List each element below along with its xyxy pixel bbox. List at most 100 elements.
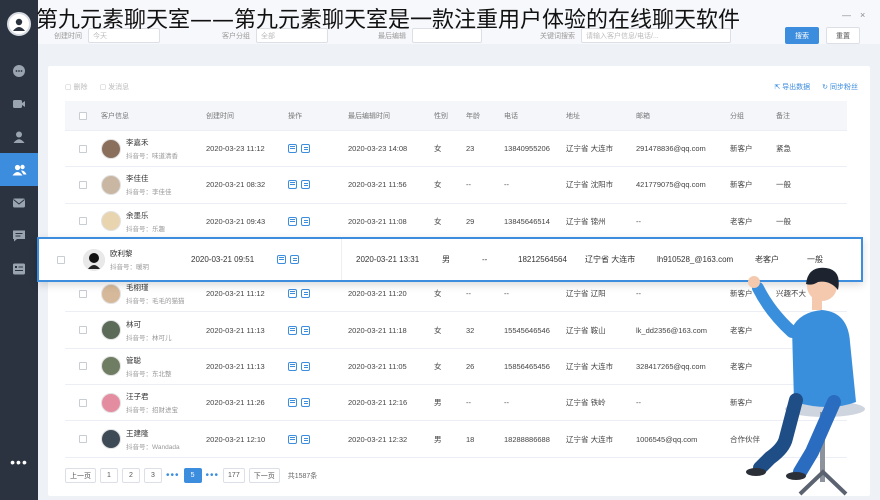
edit-icon[interactable] xyxy=(288,289,297,299)
document-icon[interactable] xyxy=(301,289,310,299)
age: 29 xyxy=(466,216,475,226)
header-edited: 最后编辑时间 xyxy=(348,112,390,120)
gender: 女 xyxy=(434,180,442,190)
more-icon[interactable]: ••• xyxy=(10,454,28,470)
reset-button[interactable]: 重置 xyxy=(826,27,860,44)
select-all-checkbox[interactable] xyxy=(79,111,87,120)
customer-name: 余墨乐 xyxy=(126,210,149,220)
email: 291478836@qq.com xyxy=(636,144,706,154)
edit-icon[interactable] xyxy=(288,361,297,371)
sidebar-item-customers[interactable] xyxy=(0,153,38,186)
current-page-button[interactable]: 5 xyxy=(183,468,202,483)
search-button[interactable]: 搜索 xyxy=(785,27,819,44)
sidebar-item-video[interactable] xyxy=(0,87,38,120)
address: 辽宁省 锦州 xyxy=(566,216,606,226)
table-row[interactable]: 李嘉禾 抖音号：味道清香 2020-03-23 11:12 2020-03-23… xyxy=(65,131,847,168)
age: 32 xyxy=(466,325,475,335)
sidebar-item-mail[interactable] xyxy=(0,186,38,219)
group: 新客户 xyxy=(730,144,753,154)
customer-handle: 抖音号：乐趣 xyxy=(126,225,165,233)
row-actions xyxy=(288,361,348,371)
document-icon[interactable] xyxy=(301,216,310,226)
page-button[interactable]: 2 xyxy=(122,468,140,483)
edited-time: 2020-03-21 13:31 xyxy=(356,255,420,264)
next-page-button[interactable]: 下一页 xyxy=(248,468,280,483)
close-button[interactable]: × xyxy=(860,10,865,20)
edit-icon[interactable] xyxy=(288,180,297,190)
customer-handle: 抖音号：Wandada xyxy=(126,443,180,451)
gender: 男 xyxy=(442,255,450,264)
table-row[interactable]: 余墨乐 抖音号：乐趣 2020-03-21 09:43 2020-03-21 1… xyxy=(65,204,847,240)
age: -- xyxy=(466,398,471,408)
avatar xyxy=(101,138,121,159)
minimize-button[interactable]: — xyxy=(842,10,851,20)
document-icon[interactable] xyxy=(301,180,310,190)
email: -- xyxy=(636,289,641,299)
page-ellipsis[interactable]: ••• xyxy=(166,470,180,481)
note: 一般 xyxy=(776,180,791,190)
customer-info: 汪子君 抖音号：招财进宝 xyxy=(101,391,206,414)
edit-icon[interactable] xyxy=(288,398,297,408)
edit-icon[interactable] xyxy=(288,434,297,444)
customer-name: 毛栩瑾 xyxy=(126,283,149,293)
group: 新客户 xyxy=(730,180,753,190)
row-checkbox[interactable] xyxy=(57,255,65,264)
document-icon[interactable] xyxy=(301,144,310,154)
row-checkbox[interactable] xyxy=(79,398,87,407)
edit-icon[interactable] xyxy=(288,216,297,226)
page-button[interactable]: 1 xyxy=(100,468,118,483)
phone: -- xyxy=(504,398,509,408)
edit-icon[interactable] xyxy=(288,144,297,154)
send-message-button[interactable]: ▢ 发消息 xyxy=(100,82,130,92)
row-checkbox[interactable] xyxy=(79,289,87,298)
delete-button[interactable]: ▢ 删除 xyxy=(65,82,88,92)
user-avatar-icon[interactable] xyxy=(7,12,31,36)
sidebar-item-user[interactable] xyxy=(0,120,38,153)
customer-info: 林可 抖音号：林可儿 xyxy=(101,319,206,342)
created-time: 2020-03-21 08:32 xyxy=(206,180,266,190)
row-actions xyxy=(288,180,348,190)
sidebar-item-chat[interactable] xyxy=(0,54,38,87)
document-icon[interactable] xyxy=(290,255,299,264)
row-checkbox[interactable] xyxy=(79,217,87,226)
table-row[interactable]: 李佳佳 抖音号：李佳佳 2020-03-21 08:32 2020-03-21 … xyxy=(65,167,847,204)
page-ellipsis[interactable]: ••• xyxy=(206,470,220,481)
row-checkbox[interactable] xyxy=(79,326,87,335)
document-icon[interactable] xyxy=(301,325,310,335)
header-note: 备注 xyxy=(776,112,790,120)
row-checkbox[interactable] xyxy=(79,144,87,153)
edit-icon[interactable] xyxy=(288,325,297,335)
row-checkbox[interactable] xyxy=(79,362,87,371)
avatar xyxy=(101,320,121,341)
document-icon[interactable] xyxy=(301,434,310,444)
toolbar-right: ⇱ 导出数据 ↻ 同步粉丝 xyxy=(774,82,858,92)
header-phone: 电话 xyxy=(504,112,518,120)
customer-handle: 抖音号：暖玥 xyxy=(110,264,149,271)
age: 26 xyxy=(466,361,475,371)
last-page-button[interactable]: 177 xyxy=(223,468,245,483)
row-checkbox[interactable] xyxy=(79,435,87,444)
header-created: 创建时间 xyxy=(206,112,234,120)
document-icon[interactable] xyxy=(301,361,310,371)
page-button[interactable]: 3 xyxy=(144,468,162,483)
export-button[interactable]: ⇱ 导出数据 xyxy=(774,82,810,92)
note: 紧急 xyxy=(776,144,791,154)
row-checkbox[interactable] xyxy=(79,180,87,189)
user-icon xyxy=(13,131,25,143)
created-time: 2020-03-23 11:12 xyxy=(206,144,265,154)
edit-icon[interactable] xyxy=(277,255,286,264)
customer-name: 管聪 xyxy=(126,355,141,365)
document-icon[interactable] xyxy=(301,398,310,408)
header-group: 分组 xyxy=(730,112,744,120)
sidebar: ••• xyxy=(0,0,38,500)
sidebar-item-dashboard[interactable] xyxy=(0,252,38,285)
sync-fans-button[interactable]: ↻ 同步粉丝 xyxy=(822,82,858,92)
mail-icon xyxy=(13,198,25,207)
customer-name: 林可 xyxy=(126,319,141,329)
prev-page-button[interactable]: 上一页 xyxy=(65,468,96,483)
total-count: 共1587条 xyxy=(287,472,318,480)
email: lk_dd2356@163.com xyxy=(636,325,707,335)
gender: 男 xyxy=(434,434,442,444)
header-age: 年龄 xyxy=(466,112,480,120)
sidebar-item-message[interactable] xyxy=(0,219,38,252)
